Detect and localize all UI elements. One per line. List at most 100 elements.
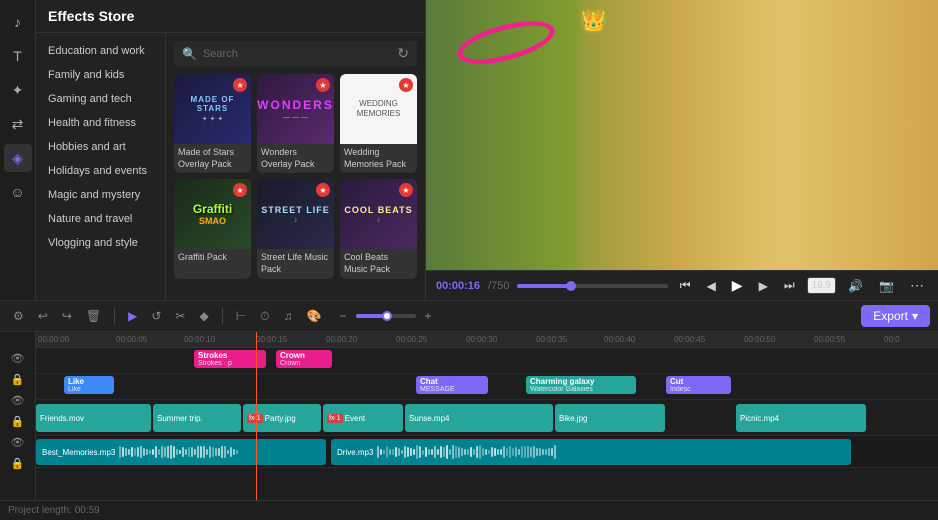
loop-button[interactable]: ↺ — [146, 307, 166, 325]
transitions-icon[interactable]: ⇄ — [4, 110, 32, 138]
timeline: ⚙ ↩ ↪ 🗑 ▶ ↺ ✂ ◆ ⊢ ⏱ ♫ 🎨 − + Expor — [0, 300, 938, 520]
zoom-in-button[interactable]: + — [420, 307, 437, 325]
speed-button[interactable]: ⏱ — [255, 307, 274, 326]
video-clip[interactable]: Sunse.mp4 — [405, 404, 553, 432]
track-eye-icon[interactable]: 👁 — [11, 352, 25, 365]
timeline-left-controls: 👁 🔒 👁 🔒 👁 🔒 — [0, 332, 36, 500]
track-lock-icon[interactable]: 🔒 — [11, 373, 25, 386]
audio-button[interactable]: ♫ — [279, 307, 298, 325]
like-effect[interactable]: Like Like — [64, 376, 114, 394]
chat-effect[interactable]: Chat MESSAGE — [416, 376, 488, 394]
redo-button[interactable]: ↪ — [57, 307, 77, 325]
timeline-ruler: 00:00:00 00:00:05 00:00:10 00:00:15 00:0… — [36, 332, 938, 348]
category-item[interactable]: Gaming and tech — [36, 87, 165, 111]
effects-store-panel: Effects Store Education and work Family … — [36, 0, 426, 300]
export-chevron-icon: ▾ — [912, 309, 918, 323]
effect-label: Graffiti Pack — [174, 249, 251, 267]
effect-label: Street Life Music Pack — [257, 249, 334, 278]
effect-label: Wedding Memories Pack — [340, 144, 417, 173]
play-button[interactable]: ▶ — [728, 275, 747, 296]
category-item[interactable]: Health and fitness — [36, 111, 165, 135]
music-icon[interactable]: ♪ — [4, 8, 32, 36]
skip-forward-button[interactable]: ⏭ — [780, 276, 799, 295]
stroke-effect[interactable]: Strokes Strokes · p — [194, 350, 266, 368]
search-icon: 🔍 — [182, 47, 197, 61]
zoom-slider[interactable] — [356, 314, 416, 318]
premium-badge: ★ — [233, 78, 247, 92]
time-total: /750 — [488, 280, 509, 292]
step-forward-button[interactable]: ▶ — [755, 277, 772, 295]
marker-button[interactable]: ◆ — [194, 307, 213, 325]
video-clip[interactable]: Picnic.mp4 — [736, 404, 866, 432]
progress-fill — [517, 284, 571, 288]
video-clip[interactable]: Summer trip. — [153, 404, 241, 432]
audio-clip-2[interactable]: Drive.mp3 for(let i=0;i<60;i++){document… — [331, 439, 851, 465]
search-bar: 🔍 ↻ — [174, 41, 417, 66]
charming-effect[interactable]: Charming galaxy Watercolor Galaxies — [526, 376, 636, 394]
category-item[interactable]: Holidays and events — [36, 159, 165, 183]
time-current: 00:00:16 — [436, 280, 480, 292]
preview-area: 👑 00:00:16 /750 ⏮ ◀ ▶ ▶ ⏭ 16:9 🔊 📷 ⋯ — [426, 0, 938, 300]
project-length: Project length: 00:59 — [0, 500, 938, 520]
play-timeline-button[interactable]: ▶ — [123, 307, 142, 325]
effects-grid-area: 🔍 ↻ MADE OF STARS ✦ ✦ ✦ — [166, 33, 425, 300]
more-options-button[interactable]: ⋯ — [906, 275, 928, 296]
toolbar-separator — [114, 308, 115, 324]
snapshot-button[interactable]: 📷 — [875, 277, 898, 295]
audio-clip-1[interactable]: Best_Memories.mp3 for(let i=0;i<40;i++){… — [36, 439, 326, 465]
aspect-ratio-button[interactable]: 16:9 — [807, 277, 836, 294]
split-button[interactable]: ⊢ — [231, 307, 251, 325]
timeline-tracks: 00:00:00 00:00:05 00:00:10 00:00:15 00:0… — [36, 332, 938, 500]
audio-track-1: Best_Memories.mp3 for(let i=0;i<40;i++){… — [36, 436, 938, 468]
export-button[interactable]: Export ▾ — [861, 305, 930, 327]
premium-badge: ★ — [316, 78, 330, 92]
volume-button[interactable]: 🔊 — [844, 277, 867, 295]
video-clip-fx2[interactable]: fx·1Event — [323, 404, 403, 432]
effect-label: Cool Beats Music Pack — [340, 249, 417, 278]
category-item[interactable]: Education and work — [36, 39, 165, 63]
video-clip[interactable]: Friends.mov — [36, 404, 151, 432]
track-eye-icon3[interactable]: 👁 — [11, 436, 25, 449]
toolbar-separator — [222, 308, 223, 324]
settings-button[interactable]: ⚙ — [8, 307, 29, 325]
video-clip[interactable]: Bike.jpg — [555, 404, 665, 432]
preview-controls: 00:00:16 /750 ⏮ ◀ ▶ ▶ ⏭ 16:9 🔊 📷 ⋯ — [426, 270, 938, 300]
category-item[interactable]: Hobbies and art — [36, 135, 165, 159]
effects-icon[interactable]: ✦ — [4, 76, 32, 104]
undo-button[interactable]: ↩ — [33, 307, 53, 325]
track-eye-icon2[interactable]: 👁 — [11, 394, 25, 407]
crown-effect[interactable]: Crown Crown — [276, 350, 332, 368]
effect-card-wonders[interactable]: WONDERS — — — ★ Wonders Overlay Pack — [257, 74, 334, 173]
text-icon[interactable]: T — [4, 42, 32, 70]
sticker-track: Like Like Chat MESSAGE Charming galaxy — [36, 374, 938, 400]
zoom-out-button[interactable]: − — [335, 307, 352, 325]
timeline-toolbar: ⚙ ↩ ↪ 🗑 ▶ ↺ ✂ ◆ ⊢ ⏱ ♫ 🎨 − + Expor — [0, 301, 938, 332]
step-back-button[interactable]: ◀ — [703, 277, 720, 295]
preview-video: 👑 — [426, 0, 938, 270]
overlay-icon[interactable]: ◈ — [4, 144, 32, 172]
effect-card-made-of-stars[interactable]: MADE OF STARS ✦ ✦ ✦ ★ Made of Stars Over… — [174, 74, 251, 173]
stickers-icon[interactable]: ☺ — [4, 178, 32, 206]
premium-badge: ★ — [399, 78, 413, 92]
timeline-tracks-container: 👁 🔒 👁 🔒 👁 🔒 00:00:00 00:00:05 00:00:10 0… — [0, 332, 938, 500]
refresh-icon[interactable]: ↻ — [397, 45, 409, 62]
search-input[interactable] — [203, 48, 391, 60]
effect-card-streetlife[interactable]: STREET LIFE ♪ ★ Street Life Music Pack — [257, 179, 334, 278]
effect-card-graffiti[interactable]: Graffiti SMAO ★ Graffiti Pack — [174, 179, 251, 278]
track-lock-icon2[interactable]: 🔒 — [11, 415, 25, 428]
effect-card-coolbeats[interactable]: COOL BEATS ♪ ★ Cool Beats Music Pack — [340, 179, 417, 278]
category-item[interactable]: Nature and travel — [36, 207, 165, 231]
cut-effect[interactable]: Cut Iridesc — [666, 376, 731, 394]
progress-bar[interactable] — [517, 284, 667, 288]
trim-button[interactable]: ✂ — [170, 307, 190, 325]
track-lock-icon3[interactable]: 🔒 — [11, 457, 25, 470]
color-button[interactable]: 🎨 — [302, 307, 327, 325]
video-clip-fx[interactable]: fx·1Party.jpg — [243, 404, 321, 432]
effect-card-wedding[interactable]: WEDDINGMEMORIES ★ Wedding Memories Pack — [340, 74, 417, 173]
left-toolbar: ♪ T ✦ ⇄ ◈ ☺ — [0, 0, 36, 300]
category-item[interactable]: Vlogging and style — [36, 231, 165, 255]
category-item[interactable]: Magic and mystery — [36, 183, 165, 207]
skip-back-button[interactable]: ⏮ — [676, 276, 695, 295]
category-item[interactable]: Family and kids — [36, 63, 165, 87]
delete-button[interactable]: 🗑 — [81, 307, 106, 325]
